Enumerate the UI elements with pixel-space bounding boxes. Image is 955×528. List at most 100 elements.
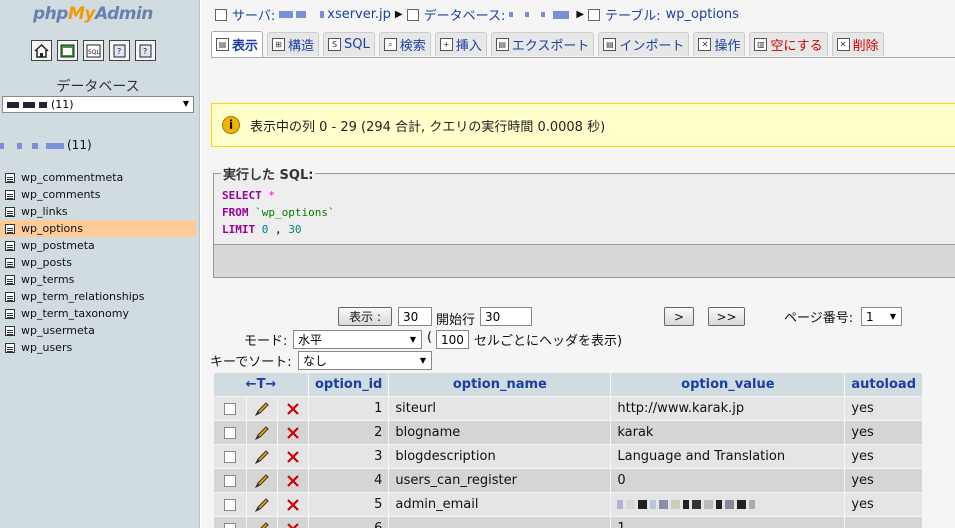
sidebar-table-label[interactable]: wp_term_relationships [21,290,145,303]
tab-sql[interactable]: S SQL [323,32,375,56]
sidebar-table-item[interactable]: wp_options [0,220,196,237]
table-icon[interactable] [5,274,15,285]
table-icon[interactable] [5,291,15,302]
sidebar-table-item[interactable]: wp_commentmeta [0,169,196,186]
sidebar-table-label[interactable]: wp_term_taxonomy [21,307,129,320]
autoload-header[interactable]: autoload [845,373,922,396]
sidebar-table-label[interactable]: wp_terms [21,273,74,286]
delete-icon[interactable] [284,450,302,464]
pencil-icon[interactable] [253,521,271,528]
tab-search[interactable]: ⌕ 検索 [378,32,431,56]
sidebar-table-item[interactable]: wp_term_relationships [0,288,196,305]
autoload-cell[interactable] [845,517,922,528]
delete-icon[interactable] [284,426,302,440]
breadcrumb-database-label[interactable]: データベース: [424,5,506,24]
sidebar-table-item[interactable]: wp_links [0,203,196,220]
option-name-header[interactable]: option_name [389,373,611,396]
sidebar-table-item[interactable]: wp_term_taxonomy [0,305,196,322]
tab-import[interactable]: ▤ インポート [598,32,690,56]
option-id-cell[interactable]: 6 [309,517,389,528]
tab-drop[interactable]: ✕ 削除 [831,32,884,56]
option-id-cell[interactable]: 2 [309,421,389,444]
autoload-cell[interactable]: yes [845,469,922,492]
option-id-header[interactable]: option_id [309,373,389,396]
next-page-button[interactable]: > [664,307,694,326]
table-icon[interactable] [5,308,15,319]
row-checkbox[interactable] [224,498,237,511]
option-value-cell[interactable]: Language and Translation [611,445,845,468]
show-button[interactable]: 表示 : [338,307,392,326]
table-icon[interactable] [5,172,15,183]
sidebar-table-label[interactable]: wp_commentmeta [21,171,123,184]
breadcrumb-table-label[interactable]: テーブル: [605,5,661,24]
option-value-cell[interactable]: 1 [611,517,845,528]
pencil-icon[interactable] [253,497,271,513]
tab-export[interactable]: ▤ エクスポート [490,32,595,56]
table-icon[interactable] [5,189,15,200]
sidebar-table-label[interactable]: wp_users [21,341,72,354]
row-checkbox[interactable] [224,426,237,439]
tab-insert[interactable]: + 挿入 [434,32,487,56]
pencil-icon[interactable] [253,473,271,489]
tab-operations[interactable]: ✕ 操作 [693,32,746,56]
last-page-button[interactable]: >> [708,307,745,326]
table-icon[interactable] [5,223,15,234]
option-name-cell[interactable]: blogdescription [389,445,611,468]
option-value-cell[interactable]: karak [611,421,845,444]
option-value-header[interactable]: option_value [611,373,845,396]
table-icon[interactable] [5,240,15,251]
sidebar-table-item[interactable]: wp_users [0,339,196,356]
sidebar-table-label[interactable]: wp_usermeta [21,324,95,337]
table-icon[interactable] [5,342,15,353]
option-id-cell[interactable]: 3 [309,445,389,468]
option-name-cell[interactable]: siteurl [389,397,611,420]
option-value-cell[interactable]: http://www.karak.jp [611,397,845,420]
help-icon[interactable]: ? [135,40,156,61]
query-window-icon[interactable] [57,40,78,61]
sidebar-table-item[interactable]: wp_usermeta [0,322,196,339]
autoload-cell[interactable]: yes [845,397,922,420]
tab-empty[interactable]: ▥ 空にする [749,32,828,56]
autoload-cell[interactable]: yes [845,445,922,468]
row-checkbox[interactable] [224,522,237,528]
option-id-cell[interactable]: 4 [309,469,389,492]
sql-icon[interactable]: SQL [83,40,104,61]
tab-structure[interactable]: ⊞ 構造 [267,32,320,56]
table-icon[interactable] [5,257,15,268]
mode-select[interactable]: 水平 ▼ [293,330,422,349]
option-name-cell[interactable] [389,517,611,528]
option-id-cell[interactable]: 1 [309,397,389,420]
sidebar-table-item[interactable]: wp_comments [0,186,196,203]
docs-icon[interactable]: ? [109,40,130,61]
home-icon[interactable] [31,40,52,61]
repeat-headers-input[interactable]: 100 [436,330,469,349]
delete-icon[interactable] [284,402,302,416]
breadcrumb-table-value[interactable]: wp_options [666,7,739,22]
row-checkbox[interactable] [224,474,237,487]
start-row-input[interactable]: 30 [480,307,532,326]
option-name-cell[interactable]: blogname [389,421,611,444]
row-checkbox[interactable] [224,450,237,463]
sort-select[interactable]: なし ▼ [298,351,432,370]
page-number-select[interactable]: 1 ▼ [861,307,902,326]
sidebar-table-label[interactable]: wp_links [21,205,68,218]
sidebar-table-label[interactable]: wp_postmeta [21,239,95,252]
database-name[interactable]: (11) [0,138,92,152]
autoload-cell[interactable]: yes [845,493,922,516]
database-select[interactable]: (11) ▼ [2,96,194,113]
sidebar-table-label[interactable]: wp_comments [21,188,100,201]
option-name-cell[interactable]: users_can_register [389,469,611,492]
autoload-cell[interactable]: yes [845,421,922,444]
select-all-header[interactable]: ←T→ [214,373,308,396]
sidebar-table-label[interactable]: wp_posts [21,256,72,269]
option-name-cell[interactable]: admin_email [389,493,611,516]
breadcrumb-server-value[interactable]: xserver.jp [327,7,391,22]
delete-icon[interactable] [284,522,302,528]
sidebar-table-item[interactable]: wp_postmeta [0,237,196,254]
pencil-icon[interactable] [253,401,271,417]
breadcrumb-server-label[interactable]: サーバ: [232,5,275,24]
sidebar-table-item[interactable]: wp_terms [0,271,196,288]
option-value-cell[interactable] [611,493,845,516]
delete-icon[interactable] [284,474,302,488]
rows-input[interactable]: 30 [398,307,432,326]
